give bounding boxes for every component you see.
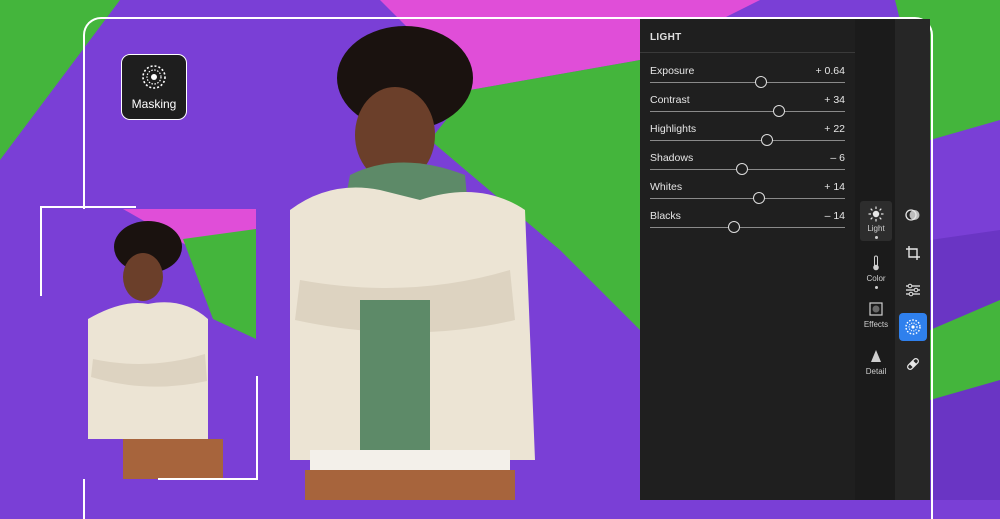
circles-icon [905, 209, 920, 221]
slider-value[interactable]: – 14 [825, 210, 845, 222]
slider-contrast[interactable]: Contrast + 34 [650, 94, 845, 123]
slider-whites[interactable]: Whites + 14 [650, 181, 845, 210]
slider-handle[interactable] [755, 76, 768, 88]
nav-detail[interactable]: Detail [860, 349, 892, 389]
nav-label: Detail [865, 367, 887, 376]
slider-handle[interactable] [727, 221, 740, 233]
crop-icon [906, 246, 920, 260]
slider-blacks[interactable]: Blacks – 14 [650, 210, 845, 239]
slider-track[interactable] [650, 140, 845, 141]
slider-value[interactable]: + 34 [824, 94, 845, 106]
nav-light[interactable]: Light [860, 201, 892, 241]
masking-button[interactable]: Masking [121, 54, 187, 120]
presets-button[interactable] [899, 201, 927, 229]
crop-button[interactable] [899, 239, 927, 267]
slider-track[interactable] [650, 198, 845, 199]
nav-color[interactable]: Color [860, 255, 892, 295]
sliders-icon [906, 283, 920, 297]
slider-track[interactable] [650, 227, 845, 228]
slider-highlights[interactable]: Highlights + 22 [650, 123, 845, 152]
indicator-dot [874, 286, 878, 289]
slider-label: Contrast [650, 94, 690, 106]
slider-label: Blacks [650, 210, 681, 222]
effects-icon [869, 302, 883, 316]
edit-category-nav: Light Color Effects Detail [855, 19, 895, 500]
thumbnail-corner-bottom [158, 478, 258, 480]
nav-label: Effects [863, 320, 889, 329]
thumbnail-corner-right [256, 376, 258, 480]
slider-label: Highlights [650, 123, 697, 135]
thumbnail-corner-top [40, 206, 136, 208]
thermometer-icon [873, 255, 879, 271]
slider-shadows[interactable]: Shadows – 6 [650, 152, 845, 181]
slider-value[interactable]: + 0.64 [816, 65, 846, 77]
panel-divider [640, 52, 855, 53]
nav-effects[interactable]: Effects [860, 302, 892, 342]
adjust-button[interactable] [899, 276, 927, 304]
mask-preview-thumbnail [43, 209, 256, 479]
slider-label: Whites [650, 181, 683, 193]
nav-label: Color [866, 274, 886, 283]
slider-value[interactable]: – 6 [830, 152, 845, 164]
masking-tool-button[interactable] [899, 313, 927, 341]
slider-handle[interactable] [772, 105, 785, 117]
slider-label: Shadows [650, 152, 694, 164]
slider-handle[interactable] [753, 192, 766, 204]
slider-exposure[interactable]: Exposure + 0.64 [650, 65, 845, 94]
nav-label: Light [867, 224, 885, 233]
slider-handle[interactable] [735, 163, 748, 175]
slider-value[interactable]: + 14 [824, 181, 845, 193]
triangle-icon [871, 350, 881, 362]
tool-rail [895, 19, 930, 500]
sun-icon [868, 206, 884, 222]
masking-icon [905, 319, 921, 335]
slider-track[interactable] [650, 111, 845, 112]
slider-track[interactable] [650, 82, 845, 83]
healing-button[interactable] [899, 350, 927, 378]
masking-icon [142, 65, 166, 89]
thumbnail-corner-left [40, 206, 42, 296]
slider-handle[interactable] [761, 134, 773, 146]
masking-label: Masking [131, 97, 177, 111]
bandage-icon [907, 358, 919, 370]
panel-title: LIGHT [650, 32, 682, 43]
slider-label: Exposure [650, 65, 695, 77]
active-indicator [874, 236, 878, 239]
slider-value[interactable]: + 22 [824, 123, 845, 135]
